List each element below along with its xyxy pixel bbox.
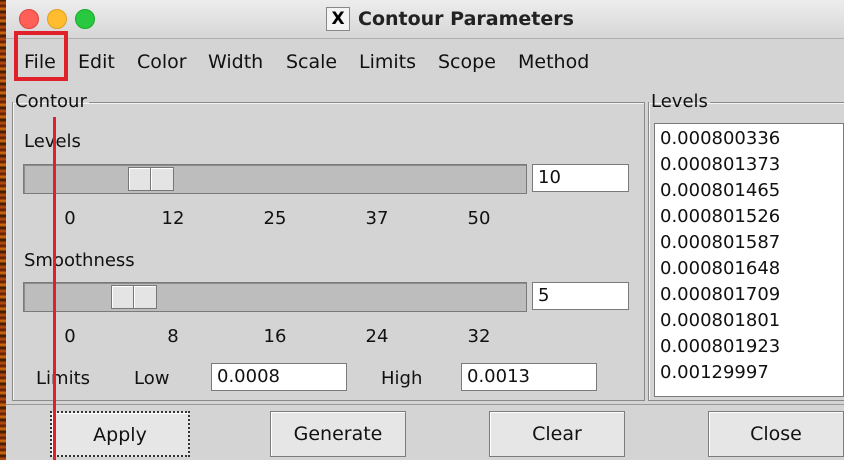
highlight-annotation-box — [14, 31, 68, 81]
high-label: High — [381, 368, 423, 389]
title-bar: X Contour Parameters — [6, 0, 844, 39]
levels-value-field[interactable]: 10 — [532, 164, 629, 192]
menu-color[interactable]: Color — [137, 51, 187, 73]
levels-slider-thumb-grip[interactable] — [150, 167, 174, 191]
menu-scale[interactable]: Scale — [286, 51, 337, 73]
close-window-icon[interactable] — [19, 9, 39, 29]
levels-tick-label: 37 — [365, 208, 389, 229]
smoothness-slider-thumb-grip[interactable] — [132, 285, 157, 309]
close-button[interactable]: Close — [708, 411, 844, 457]
list-item[interactable]: 0.000801373 — [660, 153, 780, 177]
levels-group-label: Levels — [651, 91, 708, 112]
contour-group-label: Contour — [15, 91, 87, 112]
list-item[interactable]: 0.000800336 — [660, 127, 780, 151]
menu-method[interactable]: Method — [518, 51, 589, 73]
list-item[interactable]: 0.000801801 — [660, 309, 780, 333]
contour-group: Contour — [12, 93, 645, 401]
list-item[interactable]: 0.000801709 — [660, 283, 780, 307]
menu-bar: File Edit Color Width Scale Limits Scope… — [6, 39, 844, 83]
high-limit-field[interactable]: 0.0013 — [461, 363, 597, 391]
window-title: Contour Parameters — [358, 8, 574, 30]
low-label: Low — [134, 368, 170, 389]
levels-tick-label: 0 — [64, 208, 76, 229]
smoothness-label: Smoothness — [24, 250, 135, 271]
menu-scope[interactable]: Scope — [438, 51, 496, 73]
low-limit-field[interactable]: 0.0008 — [211, 363, 347, 391]
list-item[interactable]: 0.000801923 — [660, 335, 780, 359]
limits-label: Limits — [36, 368, 90, 389]
levels-tick-label: 25 — [263, 208, 287, 229]
smoothness-tick-label: 24 — [365, 326, 389, 347]
clear-button[interactable]: Clear — [489, 411, 625, 457]
levels-slider[interactable] — [23, 164, 527, 194]
menu-edit[interactable]: Edit — [78, 51, 115, 73]
smoothness-slider[interactable] — [23, 282, 527, 312]
contour-parameters-window: X Contour Parameters File Edit Color Wid… — [6, 0, 844, 460]
x11-logo-icon: X — [326, 7, 350, 31]
highlight-annotation-line — [53, 117, 56, 460]
list-item[interactable]: 0.000801465 — [660, 179, 780, 203]
list-item[interactable]: 0.00129997 — [660, 361, 769, 385]
smoothness-tick-label: 8 — [167, 326, 179, 347]
levels-listbox[interactable]: 0.000800336 0.000801373 0.000801465 0.00… — [654, 123, 844, 397]
levels-tick-label: 12 — [161, 208, 185, 229]
list-item[interactable]: 0.000801587 — [660, 231, 780, 255]
generate-button[interactable]: Generate — [270, 411, 406, 457]
smoothness-tick-label: 32 — [467, 326, 491, 347]
zoom-window-icon[interactable] — [75, 9, 95, 29]
menu-width[interactable]: Width — [208, 51, 263, 73]
smoothness-tick-label: 16 — [263, 326, 287, 347]
list-item[interactable]: 0.000801648 — [660, 257, 780, 281]
smoothness-slider-thumb[interactable] — [110, 285, 135, 309]
levels-slider-thumb[interactable] — [128, 167, 152, 191]
minimize-window-icon[interactable] — [47, 9, 67, 29]
apply-button[interactable]: Apply — [50, 411, 190, 457]
smoothness-tick-label: 0 — [64, 326, 76, 347]
levels-tick-label: 50 — [467, 208, 491, 229]
button-row-separator — [6, 404, 844, 405]
menu-limits[interactable]: Limits — [359, 51, 416, 73]
smoothness-value-field[interactable]: 5 — [532, 282, 629, 310]
list-item[interactable]: 0.000801526 — [660, 205, 780, 229]
